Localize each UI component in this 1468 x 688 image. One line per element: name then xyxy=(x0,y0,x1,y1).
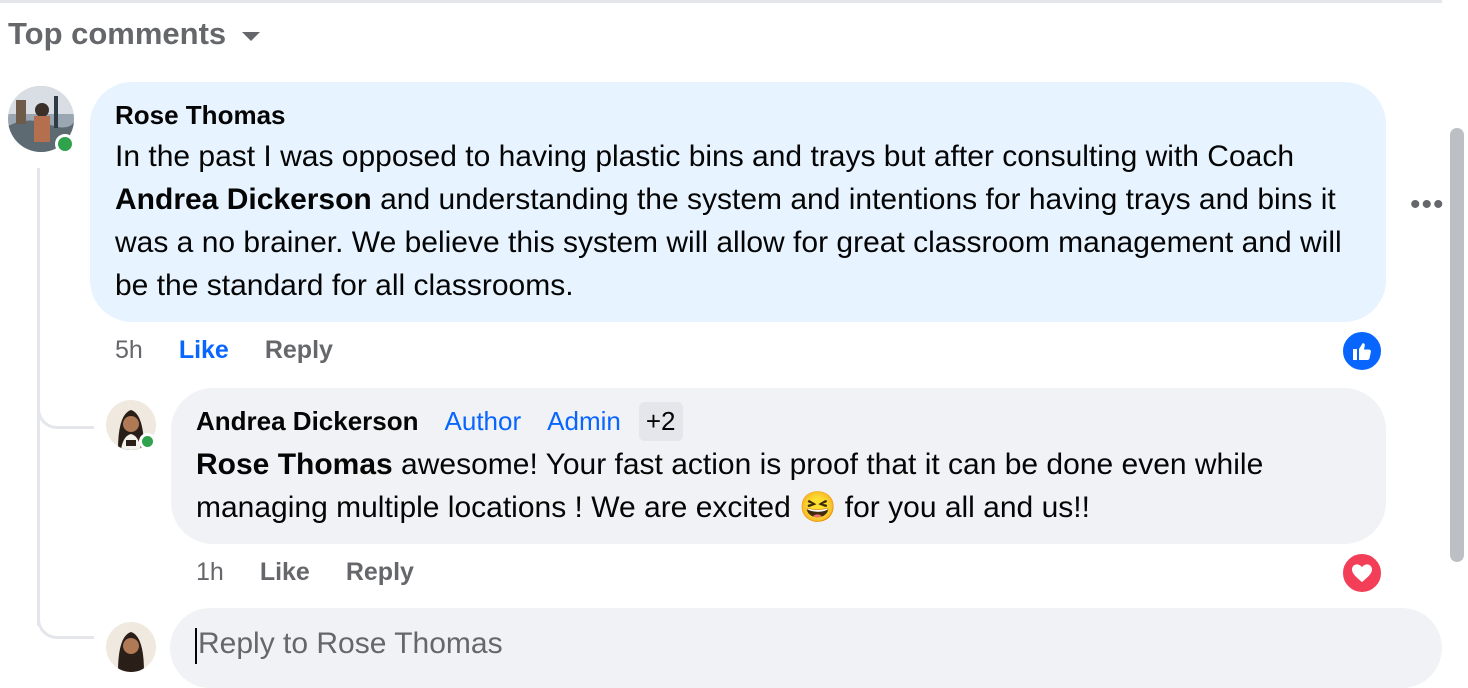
sort-dropdown[interactable]: Top comments xyxy=(8,16,261,52)
reply-input[interactable] xyxy=(196,626,1400,662)
scrollbar[interactable] xyxy=(1450,128,1464,562)
reply-actions: 1h Like Reply xyxy=(196,558,414,587)
comment-text-part: In the past I was opposed to having plas… xyxy=(115,140,1295,173)
more-options-icon[interactable]: ••• xyxy=(1410,188,1445,222)
sort-label: Top comments xyxy=(8,16,227,51)
reply-composer[interactable] xyxy=(170,608,1442,688)
reply-text-part: for you all and us!! xyxy=(836,491,1090,524)
thread-branch xyxy=(37,600,94,639)
laughing-emoji-icon: 😆 xyxy=(799,491,837,524)
caret-down-icon xyxy=(242,31,261,41)
comment-timestamp[interactable]: 5h xyxy=(115,336,143,365)
comment-actions: 5h Like Reply xyxy=(115,336,333,365)
like-reaction-icon[interactable] xyxy=(1341,330,1383,372)
top-divider xyxy=(0,0,1442,3)
avatar-current-user xyxy=(106,622,156,672)
author-badge[interactable]: Author xyxy=(445,406,522,437)
reply-timestamp[interactable]: 1h xyxy=(196,558,224,587)
admin-badge[interactable]: Admin xyxy=(547,406,621,437)
mention-andrea-dickerson[interactable]: Andrea Dickerson xyxy=(115,183,372,216)
like-button[interactable]: Like xyxy=(179,336,229,365)
reply-text: Rose Thomas awesome! Your fast action is… xyxy=(196,443,1356,529)
online-status-indicator xyxy=(55,134,75,154)
reply-header: Andrea Dickerson Author Admin +2 xyxy=(196,402,683,441)
comment-bubble: Rose Thomas In the past I was opposed to… xyxy=(90,82,1386,322)
reply-button[interactable]: Reply xyxy=(265,336,333,365)
thumbs-up-icon xyxy=(1353,343,1371,360)
more-badges[interactable]: +2 xyxy=(638,402,683,441)
comment-text: In the past I was opposed to having plas… xyxy=(115,135,1355,307)
thread-branch xyxy=(37,390,94,429)
love-reaction-icon[interactable] xyxy=(1341,552,1383,594)
reply-bubble: Andrea Dickerson Author Admin +2 Rose Th… xyxy=(171,388,1386,544)
like-button[interactable]: Like xyxy=(260,558,310,587)
reply-author-name[interactable]: Andrea Dickerson xyxy=(196,406,419,437)
mention-rose-thomas[interactable]: Rose Thomas xyxy=(196,448,393,481)
comment-author-name[interactable]: Rose Thomas xyxy=(115,100,286,131)
reply-button[interactable]: Reply xyxy=(346,558,414,587)
heart-icon xyxy=(1352,564,1372,583)
online-status-indicator xyxy=(139,433,156,450)
